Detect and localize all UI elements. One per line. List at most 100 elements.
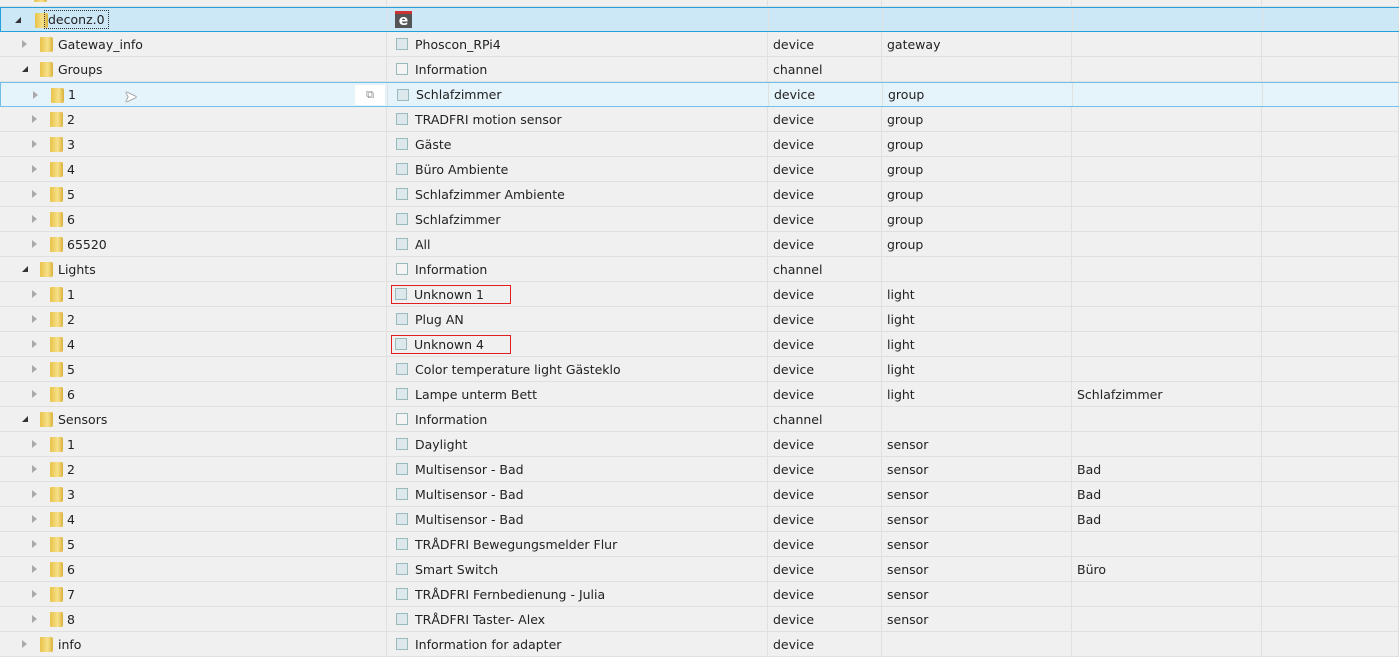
- tree-row[interactable]: 3 Gäste device group: [0, 132, 1399, 157]
- id-cell: info: [0, 632, 387, 656]
- expand-icon[interactable]: [32, 290, 37, 298]
- object-id: 1: [67, 286, 75, 302]
- tree-row[interactable]: 65520 All device group: [0, 232, 1399, 257]
- object-name: Unknown 4: [414, 336, 484, 352]
- type-cell: device: [768, 32, 882, 56]
- expand-icon[interactable]: [32, 565, 37, 573]
- tree-row[interactable]: 4 Multisensor - Bad device sensor Bad: [0, 507, 1399, 532]
- room-cell: Büro: [1072, 557, 1262, 581]
- expand-icon[interactable]: [32, 590, 37, 598]
- room-cell: [1072, 157, 1262, 181]
- name-cell: Multisensor - Bad: [387, 507, 768, 531]
- tree-row[interactable]: Groups Information channel: [0, 57, 1399, 82]
- collapse-icon[interactable]: [22, 266, 28, 272]
- function-cell: [1262, 557, 1399, 581]
- tree-row[interactable]: 4 Büro Ambiente device group: [0, 157, 1399, 182]
- role-cell: sensor: [882, 432, 1072, 456]
- function-cell: [1262, 307, 1399, 331]
- collapse-icon[interactable]: [22, 66, 28, 72]
- tree-row[interactable]: 4 Unknown 4 device light: [0, 332, 1399, 357]
- tree-row[interactable]: Sensors Information channel: [0, 407, 1399, 432]
- tree-row[interactable]: Gateway_info Phoscon_RPi4 device gateway: [0, 32, 1399, 57]
- name-cell: TRÅDFRI Bewegungsmelder Flur: [387, 532, 768, 556]
- tree-row[interactable]: 1 Unknown 1 device light: [0, 282, 1399, 307]
- folder-icon: [40, 412, 53, 427]
- expand-icon[interactable]: [32, 615, 37, 623]
- role-cell: sensor: [882, 457, 1072, 481]
- tree-row[interactable]: 6 Smart Switch device sensor Büro: [0, 557, 1399, 582]
- collapse-icon[interactable]: [15, 17, 21, 23]
- folder-icon: [50, 487, 63, 502]
- object-name: Information for adapter: [415, 636, 562, 652]
- deconz-logo-icon: e: [395, 11, 412, 29]
- tree-row[interactable]: 2 Multisensor - Bad device sensor Bad: [0, 457, 1399, 482]
- folder-icon: [50, 312, 63, 327]
- expand-icon[interactable]: [32, 240, 37, 248]
- room-cell: [1072, 532, 1262, 556]
- folder-icon: [50, 537, 63, 552]
- expand-icon[interactable]: [32, 115, 37, 123]
- tree-row[interactable]: 1 Daylight device sensor: [0, 432, 1399, 457]
- tree-row[interactable]: 6 Lampe unterm Bett device light Schlafzimme…: [0, 382, 1399, 407]
- tree-row[interactable]: deconz.0 e: [0, 7, 1399, 32]
- type-cell: device: [768, 507, 882, 531]
- tree-row[interactable]: info Information for adapter device: [0, 632, 1399, 657]
- object-id: Gateway_info: [58, 36, 143, 52]
- expand-icon[interactable]: [22, 40, 27, 48]
- room-cell: Bad: [1072, 457, 1262, 481]
- highlight-box: Unknown 4: [391, 334, 511, 354]
- name-cell: TRÅDFRI Taster- Alex: [387, 607, 768, 631]
- tree-row[interactable]: 2 Plug AN device light: [0, 307, 1399, 332]
- role-cell: group: [882, 207, 1072, 231]
- room-cell: [1072, 632, 1262, 656]
- room-cell: [1073, 83, 1263, 106]
- name-cell: Phoscon_RPi4: [387, 32, 768, 56]
- function-cell: [1262, 32, 1399, 56]
- expand-icon[interactable]: [32, 315, 37, 323]
- device-icon: [395, 288, 407, 300]
- tree-row[interactable]: 1 ⧉ Schlafzimmer device group: [0, 82, 1399, 107]
- tree-row[interactable]: 7 TRÅDFRI Fernbedienung - Julia device sens…: [0, 582, 1399, 607]
- tree-row[interactable]: 5 TRÅDFRI Bewegungsmelder Flur device senso…: [0, 532, 1399, 557]
- expand-icon[interactable]: [32, 390, 37, 398]
- tree-row[interactable]: Lights Information channel: [0, 257, 1399, 282]
- tree-row[interactable]: 8 TRÅDFRI Taster- Alex device sensor: [0, 607, 1399, 632]
- expand-icon[interactable]: [32, 490, 37, 498]
- expand-icon[interactable]: [32, 165, 37, 173]
- object-id: 2: [67, 111, 75, 127]
- expand-icon[interactable]: [32, 340, 37, 348]
- object-id: Lights: [58, 261, 96, 277]
- expand-icon[interactable]: [32, 140, 37, 148]
- expand-icon[interactable]: [32, 540, 37, 548]
- expand-icon[interactable]: [32, 515, 37, 523]
- expand-icon[interactable]: [32, 465, 37, 473]
- role-cell: sensor: [882, 532, 1072, 556]
- expand-icon[interactable]: [32, 440, 37, 448]
- tree-row[interactable]: [0, 0, 1399, 7]
- expand-icon[interactable]: [22, 640, 27, 648]
- expand-icon[interactable]: [32, 190, 37, 198]
- collapse-icon[interactable]: [22, 416, 28, 422]
- copy-icon[interactable]: ⧉: [355, 85, 385, 105]
- expand-icon[interactable]: [33, 91, 38, 99]
- object-id: 3: [67, 486, 75, 502]
- function-cell: [1262, 582, 1399, 606]
- function-cell: [1263, 83, 1399, 106]
- role-cell: light: [882, 332, 1072, 356]
- tree-row[interactable]: 5 Schlafzimmer Ambiente device group: [0, 182, 1399, 207]
- object-id: 3: [67, 136, 75, 152]
- channel-icon: [396, 63, 408, 75]
- device-icon: [396, 388, 408, 400]
- tree-row[interactable]: 6 Schlafzimmer device group: [0, 207, 1399, 232]
- expand-icon[interactable]: [32, 365, 37, 373]
- room-cell: [1072, 607, 1262, 631]
- tree-row[interactable]: 5 Color temperature light Gästeklo device l…: [0, 357, 1399, 382]
- expand-icon[interactable]: [32, 215, 37, 223]
- id-cell: 4: [0, 157, 387, 181]
- name-cell: Daylight: [387, 432, 768, 456]
- tree-row[interactable]: 3 Multisensor - Bad device sensor Bad: [0, 482, 1399, 507]
- id-cell: 4: [0, 332, 387, 356]
- role-cell: [882, 407, 1072, 431]
- object-name: Phoscon_RPi4: [415, 36, 501, 52]
- tree-row[interactable]: 2 TRADFRI motion sensor device group: [0, 107, 1399, 132]
